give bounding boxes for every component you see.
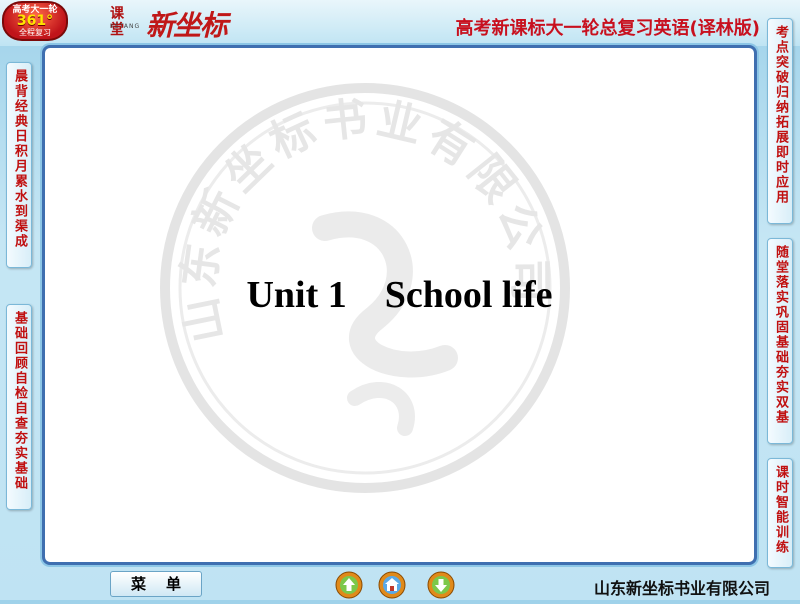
slide-panel: 山东新坐标书业有限公司 Unit 1 School life bbox=[42, 45, 757, 565]
left-tab-label: 晨背经典日积月累水到渠成 bbox=[12, 69, 27, 249]
header-bar: 高考大一轮 361° 全程复习 课堂 KETANG 新坐标 高考新课标大一轮总复… bbox=[0, 0, 800, 46]
right-tab-key-points[interactable]: 考点突破归纳拓展即时应用 bbox=[767, 18, 793, 224]
brand-small-sub: KETANG bbox=[110, 23, 141, 30]
course-badge: 高考大一轮 361° 全程复习 bbox=[2, 1, 68, 41]
brand-small: 课堂 bbox=[110, 6, 124, 38]
course-title: 高考新课标大一轮总复习英语(译林版) bbox=[455, 18, 760, 39]
right-tab-label: 随堂落实巩固基础夯实双基 bbox=[773, 245, 788, 425]
right-tab-label: 考点突破归纳拓展即时应用 bbox=[773, 25, 788, 205]
right-tab-classroom-practice[interactable]: 随堂落实巩固基础夯实双基 bbox=[767, 238, 793, 444]
next-arrow-icon[interactable] bbox=[426, 570, 456, 600]
badge-line2: 361° bbox=[16, 13, 54, 29]
left-tab-morning-reading[interactable]: 晨背经典日积月累水到渠成 bbox=[6, 62, 32, 268]
home-icon[interactable] bbox=[377, 570, 407, 600]
slide-title: Unit 1 School life bbox=[246, 274, 553, 316]
left-tab-basics-review[interactable]: 基础回顾自检自查夯实基础 bbox=[6, 304, 32, 510]
prev-arrow-icon[interactable] bbox=[334, 570, 364, 600]
footer-company-name: 山东新坐标书业有限公司 bbox=[593, 579, 770, 598]
left-tab-label: 基础回顾自检自查夯实基础 bbox=[12, 311, 27, 491]
brand-big: 新坐标 bbox=[146, 9, 228, 42]
right-tab-homework-training[interactable]: 课时智能训练 bbox=[767, 458, 793, 568]
badge-line3: 全程复习 bbox=[19, 28, 51, 37]
menu-button[interactable]: 菜单 bbox=[110, 571, 202, 597]
right-tab-label: 课时智能训练 bbox=[773, 465, 788, 555]
